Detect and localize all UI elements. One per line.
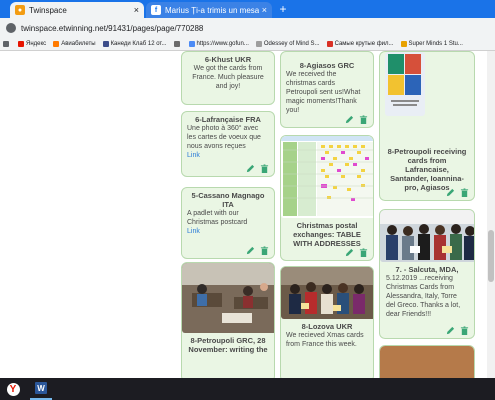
bookmark-label: Канеди Клаб 12 от...: [110, 41, 167, 47]
trash-icon[interactable]: [260, 246, 269, 255]
card-link[interactable]: Link: [187, 227, 269, 236]
edit-icon[interactable]: [345, 248, 354, 257]
tab-title: Marius Ți-a trimis un mesaj: [165, 5, 259, 15]
bookmark-item[interactable]: https://www.gofun...: [188, 41, 249, 47]
card-cassano[interactable]: 5-Cassano Magnago ITA A padlet with our …: [181, 187, 275, 259]
taskbar: Y W: [0, 378, 495, 400]
trash-icon[interactable]: [359, 248, 368, 257]
page-scrollbar[interactable]: [487, 51, 495, 378]
bookmark-label: Яндекс: [26, 41, 47, 47]
twinspace-favicon-icon: ●: [15, 5, 25, 15]
yandex-icon: [18, 41, 24, 47]
edit-icon[interactable]: [246, 246, 255, 255]
tab-strip: ● Twinspace × f Marius Ți-a trimis un me…: [0, 0, 495, 18]
card-tools: [345, 248, 368, 257]
poster-photo: [385, 52, 425, 116]
card-title: Christmas postal exchanges: TABLE WITH A…: [293, 221, 361, 248]
page-icon: [255, 41, 262, 47]
card-lafrancaise[interactable]: 6-Lafrançaise FRA Une photo à 360° avec …: [181, 111, 275, 177]
tab-close-icon[interactable]: ×: [262, 5, 267, 15]
bookmark-label: Самые крутые фил...: [334, 41, 394, 47]
bookmark-label: Авиабилеты: [61, 41, 96, 47]
card-tools: [246, 164, 269, 173]
tab-title: Twinspace: [29, 5, 67, 15]
yandex-icon: Y: [6, 382, 20, 396]
bookmark-icon: [173, 41, 180, 47]
edit-icon[interactable]: [345, 115, 354, 124]
edit-icon[interactable]: [246, 164, 255, 173]
card-title: 8-Petroupoli GRC, 28 November: writing t…: [188, 336, 268, 354]
bookmark-item[interactable]: Super Minds 1 Stu...: [400, 41, 463, 47]
edit-icon[interactable]: [446, 326, 455, 335]
bookmark-label: Odessey of Mind S...: [263, 41, 320, 47]
card-text: We received the christmas cards Petroupo…: [286, 71, 361, 114]
globe-icon: [188, 41, 195, 47]
bookmark-label: https://www.gofun...: [196, 41, 249, 47]
spreadsheet-thumbnail: [281, 136, 373, 218]
trash-icon[interactable]: [460, 188, 469, 197]
card-partial[interactable]: [379, 345, 475, 378]
card-text: A padlet with our Christmas postcard: [187, 210, 248, 226]
bookmark-item[interactable]: Канеди Клаб 12 от...: [102, 41, 167, 47]
tab-twinspace[interactable]: ● Twinspace ×: [10, 2, 144, 18]
facebook-favicon-icon: f: [151, 5, 161, 15]
trash-icon[interactable]: [460, 326, 469, 335]
plane-icon: [53, 41, 60, 47]
classroom-group-photo: [380, 210, 474, 262]
book-icon: [400, 41, 407, 47]
bookmark-item[interactable]: Самые крутые фил...: [326, 41, 394, 47]
partial-photo: [380, 346, 474, 378]
card-tools: [345, 115, 368, 124]
card-text: 5.12.2019 ...receiving Christmas Cards f…: [386, 275, 461, 318]
bookmark-item[interactable]: Odessey of Mind S...: [255, 41, 320, 47]
club-icon: [102, 41, 109, 47]
card-salcuta[interactable]: 7. - Salcuta, MDA, 5.12.2019 ...receivin…: [379, 209, 475, 339]
word-icon: W: [35, 382, 47, 394]
bookmark-item[interactable]: [3, 41, 11, 47]
site-info-icon[interactable]: [6, 23, 16, 33]
card-title: 6-Khust UKR: [204, 55, 252, 64]
trash-icon[interactable]: [260, 164, 269, 173]
card-khust[interactable]: 6-Khust UKR We got the cards from France…: [181, 51, 275, 105]
padlet-board: 6-Khust UKR We got the cards from France…: [0, 51, 495, 378]
card-petroupoli-grc[interactable]: 8-Petroupoli GRC, 28 November: writing t…: [181, 262, 275, 378]
card-title: 5-Cassano Magnago ITA: [191, 191, 265, 209]
card-tools: [246, 246, 269, 255]
edit-icon[interactable]: [446, 188, 455, 197]
word-task[interactable]: W: [30, 378, 52, 400]
card-title: 6-Lafrançaise FRA: [195, 115, 261, 124]
tab-facebook[interactable]: f Marius Ți-a trimis un mesaj ×: [146, 2, 272, 18]
card-petroupoli-receiving[interactable]: 8-Petroupoli receiving cards from Lafran…: [379, 51, 475, 201]
trash-icon[interactable]: [359, 115, 368, 124]
scrollbar-thumb[interactable]: [488, 230, 494, 282]
card-text: Une photo à 360° avec les cartes de voeu…: [187, 125, 261, 150]
bookmark-item[interactable]: [173, 41, 182, 47]
new-tab-button[interactable]: +: [276, 2, 290, 16]
bookmark-item[interactable]: Яндекс: [18, 41, 46, 47]
card-text: We recieved Xmas cards from France this …: [286, 332, 364, 348]
film-icon: [326, 41, 333, 47]
card-agiasos[interactable]: 8-Agiasos GRC We received the christmas …: [280, 51, 374, 128]
apps-icon: [3, 41, 9, 47]
card-exchanges[interactable]: Christmas postal exchanges: TABLE WITH A…: [280, 135, 374, 261]
address-bar[interactable]: twinspace.etwinning.net/91431/pages/page…: [0, 18, 495, 38]
tab-close-icon[interactable]: ×: [134, 5, 139, 15]
bookmarks-bar: Яндекс Авиабилеты Канеди Клаб 12 от... http…: [0, 38, 495, 51]
card-tools: [446, 326, 469, 335]
group-photo: [281, 267, 373, 319]
bookmark-label: Super Minds 1 Stu...: [408, 41, 463, 47]
card-tools: [446, 188, 469, 197]
card-title: 7. - Salcuta, MDA,: [395, 265, 459, 274]
card-lozova[interactable]: 8-Lozova UKR We recieved Xmas cards from…: [280, 266, 374, 378]
bookmark-item[interactable]: Авиабилеты: [53, 41, 96, 47]
classroom-photo: [182, 263, 274, 333]
card-text: We got the cards from France. Much pleas…: [192, 65, 264, 90]
card-title: 8-Petroupoli receiving cards from Lafran…: [387, 147, 467, 192]
url-text[interactable]: twinspace.etwinning.net/91431/pages/page…: [21, 24, 203, 33]
yandex-browser-task[interactable]: Y: [2, 378, 24, 400]
card-link[interactable]: Link: [187, 151, 269, 160]
card-title: 8-Agiasos GRC: [299, 61, 355, 70]
card-title: 8-Lozova UKR: [301, 322, 353, 331]
